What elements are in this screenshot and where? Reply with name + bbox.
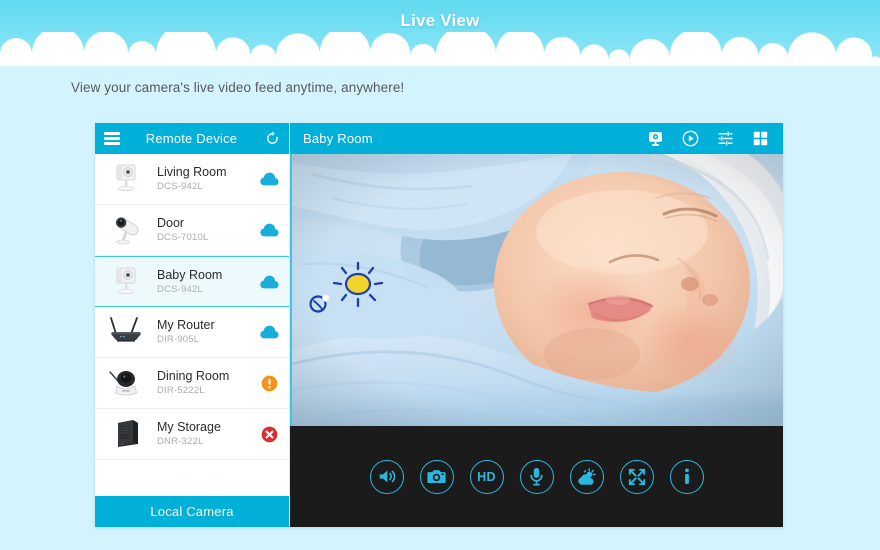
page-root: Live View View your camera's live video … bbox=[0, 0, 880, 550]
play-circle-icon[interactable] bbox=[682, 130, 699, 147]
device-model: DNR-322L bbox=[157, 436, 204, 447]
video-stage[interactable] bbox=[290, 154, 783, 426]
hamburger-icon[interactable] bbox=[104, 132, 120, 145]
cloud-band-decoration bbox=[0, 32, 880, 66]
device-row[interactable]: My Storage DNR-322L bbox=[95, 409, 289, 460]
status-cloud-icon bbox=[259, 272, 279, 292]
device-row[interactable]: Living Room DCS-942L bbox=[95, 154, 289, 205]
info-icon[interactable] bbox=[669, 459, 704, 494]
status-cloud-icon bbox=[259, 220, 279, 240]
page-title: Live View bbox=[400, 11, 480, 30]
device-name: Door bbox=[157, 216, 185, 230]
device-row[interactable]: Dining Room DIR-5222L bbox=[95, 358, 289, 409]
device-model: DCS-942L bbox=[157, 283, 203, 295]
microphone-icon[interactable] bbox=[519, 459, 554, 494]
device-info: Living Room DCS-942L bbox=[149, 165, 259, 193]
pantilt-camera-icon bbox=[103, 361, 149, 405]
sidebar-empty-space bbox=[95, 478, 289, 496]
video-header-icons bbox=[647, 130, 769, 147]
device-name: My Router bbox=[157, 318, 215, 332]
hd-text: HD bbox=[477, 469, 496, 484]
device-sidebar: Remote Device Living Room DCS-942L Door … bbox=[95, 123, 290, 527]
device-row[interactable]: My Router DIR-905L bbox=[95, 307, 289, 358]
sidebar-header: Remote Device bbox=[95, 123, 289, 154]
refresh-icon[interactable] bbox=[265, 131, 280, 146]
router-icon bbox=[103, 310, 149, 354]
device-model: DCS-7010L bbox=[157, 232, 209, 243]
device-name: My Storage bbox=[157, 420, 221, 434]
device-info: My Router DIR-905L bbox=[149, 318, 259, 346]
device-row[interactable]: Baby Room DCS-942L bbox=[95, 256, 289, 307]
local-camera-button[interactable]: Local Camera bbox=[95, 496, 289, 527]
device-model: DCS-942L bbox=[157, 181, 203, 192]
device-name: Baby Room bbox=[157, 267, 223, 282]
status-cloud-icon bbox=[259, 169, 279, 189]
snapshot-camera-icon[interactable] bbox=[419, 459, 454, 494]
cube-camera-icon bbox=[103, 260, 149, 304]
device-name: Living Room bbox=[157, 165, 227, 179]
speaker-icon[interactable] bbox=[369, 459, 404, 494]
app-window: Remote Device Living Room DCS-942L Door … bbox=[95, 123, 783, 527]
video-header: Baby Room bbox=[290, 123, 783, 154]
device-list: Living Room DCS-942L Door DCS-7010L Baby… bbox=[95, 154, 289, 478]
device-model: DIR-5222L bbox=[157, 385, 205, 396]
weather-icon[interactable] bbox=[569, 459, 604, 494]
bullet-camera-icon bbox=[103, 208, 149, 252]
device-info: Door DCS-7010L bbox=[149, 216, 259, 244]
camera-device-icon[interactable] bbox=[647, 130, 664, 147]
nas-storage-icon bbox=[103, 412, 149, 456]
device-info: Baby Room DCS-942L bbox=[149, 268, 259, 296]
cube-camera-icon bbox=[103, 157, 149, 201]
status-error-icon bbox=[259, 424, 279, 444]
sky-header: Live View bbox=[0, 0, 880, 66]
page-subtitle: View your camera's live video feed anyti… bbox=[71, 80, 405, 95]
fullscreen-icon[interactable] bbox=[619, 459, 654, 494]
device-info: My Storage DNR-322L bbox=[149, 420, 259, 448]
device-name: Dining Room bbox=[157, 369, 230, 383]
status-cloud-icon bbox=[259, 322, 279, 342]
settings-sliders-icon[interactable] bbox=[717, 130, 734, 147]
device-row[interactable]: Door DCS-7010L bbox=[95, 205, 289, 256]
video-panel: Baby Room HD bbox=[290, 123, 783, 527]
hd-label[interactable]: HD bbox=[469, 459, 504, 494]
sidebar-title: Remote Device bbox=[145, 131, 238, 146]
device-info: Dining Room DIR-5222L bbox=[149, 369, 259, 397]
grid-view-icon[interactable] bbox=[752, 130, 769, 147]
device-model: DIR-905L bbox=[157, 334, 200, 345]
video-title: Baby Room bbox=[303, 131, 373, 146]
status-warning-icon bbox=[259, 373, 279, 393]
video-controls-bar: HD bbox=[290, 426, 783, 527]
live-video-frame bbox=[292, 154, 783, 426]
